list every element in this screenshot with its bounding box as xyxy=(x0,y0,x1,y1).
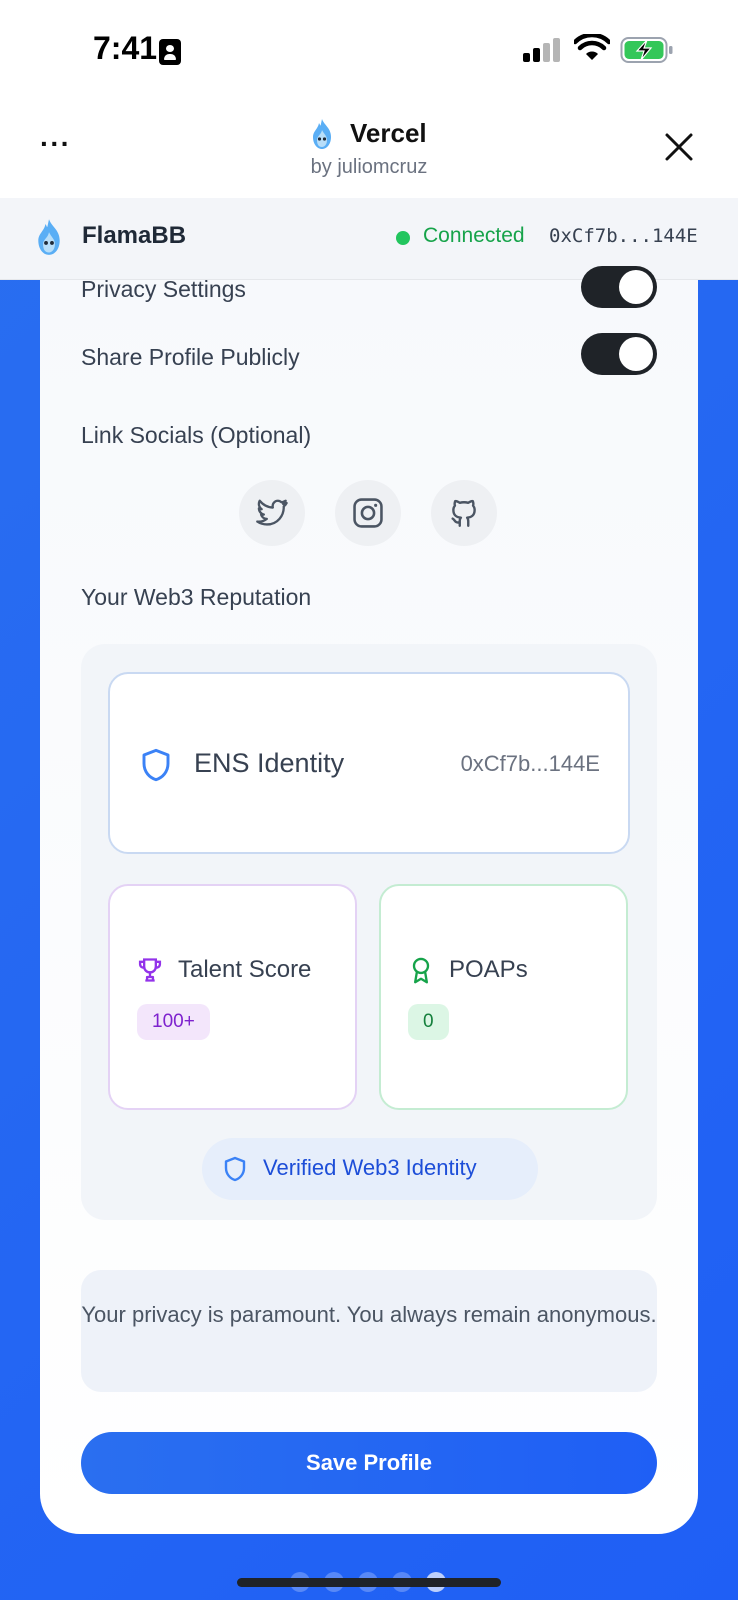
share-profile-label: Share Profile Publicly xyxy=(81,344,300,370)
shield-icon xyxy=(224,1156,246,1182)
instagram-button[interactable] xyxy=(335,480,401,546)
verified-identity-badge: Verified Web3 Identity xyxy=(202,1138,538,1200)
github-button[interactable] xyxy=(431,480,497,546)
more-menu-button[interactable]: ··· xyxy=(40,130,74,158)
talent-score-badge: 100+ xyxy=(137,1004,210,1040)
status-time: 7:41 xyxy=(93,30,158,66)
ens-identity-card[interactable]: ENS Identity 0xCf7b...144E xyxy=(108,672,630,854)
toggle-knob xyxy=(619,337,653,371)
shield-icon xyxy=(142,748,170,782)
app-subtitle: by juliomcruz xyxy=(310,156,428,178)
flame-avatar-icon xyxy=(38,219,60,255)
trophy-icon xyxy=(138,958,162,982)
privacy-settings-toggle[interactable] xyxy=(581,266,657,308)
privacy-note: Your privacy is paramount. You always re… xyxy=(81,1270,657,1392)
web3-reputation-title: Your Web3 Reputation xyxy=(81,584,312,610)
talent-score-card[interactable]: Talent Score 100+ xyxy=(108,884,357,1110)
ens-address: 0xCf7b...144E xyxy=(460,751,600,776)
share-profile-toggle[interactable] xyxy=(581,333,657,375)
flame-logo-icon xyxy=(313,119,331,149)
profile-card: Privacy Settings Share Profile Publicly … xyxy=(40,266,698,1534)
github-icon xyxy=(451,499,476,527)
poaps-label: POAPs xyxy=(449,956,528,983)
save-profile-button[interactable]: Save Profile xyxy=(81,1432,657,1494)
app-title: Vercel xyxy=(350,118,427,148)
battery-charging-icon xyxy=(620,37,673,63)
award-icon xyxy=(412,957,430,984)
toggle-knob xyxy=(619,270,653,304)
poaps-card[interactable]: POAPs 0 xyxy=(379,884,628,1110)
home-indicator[interactable] xyxy=(237,1578,501,1587)
poaps-badge: 0 xyxy=(408,1004,449,1040)
talent-score-label: Talent Score xyxy=(178,956,312,983)
verified-identity-label: Verified Web3 Identity xyxy=(263,1155,477,1180)
cellular-signal-icon xyxy=(523,38,563,62)
reputation-panel: ENS Identity 0xCf7b...144E Talent Score … xyxy=(81,644,657,1220)
link-socials-label: Link Socials (Optional) xyxy=(81,422,312,448)
connected-status-dot xyxy=(396,231,410,245)
connection-status: Connected xyxy=(423,224,525,247)
wallet-name: FlamaBB xyxy=(82,222,187,249)
status-bar: 7:41 xyxy=(0,0,738,100)
twitter-button[interactable] xyxy=(239,480,305,546)
instagram-icon xyxy=(353,498,383,528)
privacy-settings-label: Privacy Settings xyxy=(81,276,246,302)
id-card-icon xyxy=(159,39,181,65)
ens-identity-label: ENS Identity xyxy=(194,748,345,778)
wifi-icon xyxy=(574,34,610,60)
app-header: ··· Vercel by juliomcruz xyxy=(0,100,738,198)
close-icon[interactable] xyxy=(664,132,694,162)
twitter-icon xyxy=(256,499,288,526)
wallet-address[interactable]: 0xCf7b...144E xyxy=(549,225,698,247)
